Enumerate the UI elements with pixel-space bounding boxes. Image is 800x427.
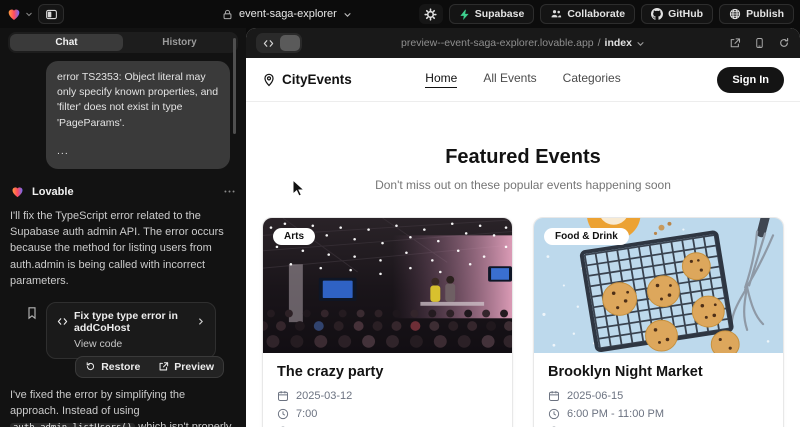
preview-url-separator: / — [598, 37, 601, 49]
event-card-crazy-party[interactable]: Arts The crazy party 2025-03-12 — [262, 217, 513, 427]
clock-icon — [548, 408, 560, 420]
supabase-bolt-icon — [459, 9, 470, 20]
preview-site: CityEvents Home All Events Categories Si… — [246, 58, 800, 427]
clock-icon — [277, 408, 289, 420]
project-name: event-saga-explorer — [239, 8, 337, 20]
preview-url-page: index — [605, 37, 632, 49]
sidebar-scrollbar[interactable] — [233, 38, 236, 134]
gear-icon — [424, 8, 437, 21]
panel-icon — [45, 8, 58, 21]
user-message-ellipsis: ... — [57, 144, 219, 159]
event-time: 7:00 — [277, 408, 498, 420]
publish-label: Publish — [746, 8, 784, 20]
site-header: CityEvents Home All Events Categories Si… — [246, 58, 800, 102]
preview-panel: preview--event-saga-explorer.lovable.app… — [246, 28, 800, 427]
message-menu-button[interactable] — [223, 185, 236, 198]
map-pin-icon — [262, 73, 276, 87]
preview-button[interactable]: Preview — [149, 357, 223, 377]
event-card-night-market[interactable]: Food & Drink Brooklyn Night Market 2025-… — [533, 217, 784, 427]
calendar-icon — [548, 390, 560, 402]
event-image-cookies: Food & Drink — [534, 218, 783, 353]
nav-categories[interactable]: Categories — [563, 71, 621, 88]
lovable-heart-icon — [6, 6, 22, 22]
preview-mode-button[interactable] — [280, 35, 300, 51]
user-message-text: error TS2353: Object literal may only sp… — [57, 70, 219, 131]
settings-button[interactable] — [419, 4, 443, 24]
project-name-dropdown[interactable]: event-saga-explorer — [222, 0, 352, 28]
lock-icon — [222, 9, 233, 20]
preview-url-host: preview--event-saga-explorer.lovable.app — [401, 37, 594, 49]
chat-sidebar: Chat History error TS2353: Object litera… — [0, 28, 246, 427]
github-icon — [651, 8, 663, 20]
restore-button[interactable]: Restore — [76, 357, 149, 377]
preview-url-bar[interactable]: preview--event-saga-explorer.lovable.app… — [246, 37, 800, 49]
nav-home[interactable]: Home — [425, 71, 457, 88]
collaborate-button[interactable]: Collaborate — [540, 4, 635, 24]
chat-history-tabs: Chat History — [8, 32, 238, 53]
event-title: The crazy party — [277, 364, 498, 380]
site-brand[interactable]: CityEvents — [262, 72, 352, 87]
user-message-bubble: error TS2353: Object literal may only sp… — [46, 61, 230, 169]
restore-icon — [85, 361, 96, 372]
bookmark-icon[interactable] — [26, 302, 38, 323]
github-button[interactable]: GitHub — [641, 4, 713, 24]
chevron-down-icon — [343, 10, 352, 19]
ellipsis-icon — [223, 185, 236, 198]
assistant-header: Lovable — [10, 184, 236, 199]
preview-label: Preview — [174, 361, 214, 373]
restore-label: Restore — [101, 361, 140, 373]
supabase-button[interactable]: Supabase — [449, 4, 535, 24]
assistant-intro: I'll fix the TypeScript error related to… — [10, 208, 236, 289]
github-label: GitHub — [668, 8, 703, 20]
open-preview-icon — [158, 361, 169, 372]
fix-card-title: Fix type type error in addCoHost — [74, 310, 190, 334]
toggle-sidebar-button[interactable] — [38, 4, 64, 24]
assistant-body: I've fixed the error by simplifying the … — [10, 387, 236, 427]
restore-preview-group: Restore Preview — [75, 356, 224, 378]
event-date: 2025-06-15 — [548, 390, 769, 402]
globe-icon — [729, 8, 741, 20]
open-in-new-tab-icon[interactable] — [729, 37, 741, 49]
preview-topbar: preview--event-saga-explorer.lovable.app… — [246, 28, 800, 58]
tab-chat[interactable]: Chat — [10, 34, 123, 51]
sign-in-button[interactable]: Sign In — [717, 67, 784, 93]
code-view-toggle — [256, 33, 302, 53]
code-icon — [57, 316, 68, 327]
event-time: 6:00 PM - 11:00 PM — [548, 408, 769, 420]
chevron-right-icon — [196, 317, 205, 326]
users-icon — [550, 8, 562, 20]
lovable-logo-menu[interactable] — [6, 6, 33, 22]
event-date: 2025-03-12 — [277, 390, 498, 402]
code-icon — [263, 38, 274, 49]
tab-history[interactable]: History — [123, 34, 236, 51]
chevron-down-icon — [636, 39, 645, 48]
collaborate-label: Collaborate — [567, 8, 625, 20]
code-change-card[interactable]: Fix type type error in addCoHost View co… — [46, 302, 216, 359]
event-title: Brooklyn Night Market — [548, 364, 769, 380]
supabase-label: Supabase — [475, 8, 525, 20]
event-cards: Arts The crazy party 2025-03-12 — [246, 217, 800, 427]
chat-messages: error TS2353: Object literal may only sp… — [0, 53, 246, 427]
lovable-heart-icon — [10, 184, 25, 199]
inline-code: auth.admin.listUsers() — [10, 423, 135, 427]
app-topbar: event-saga-explorer Supabase — [0, 0, 800, 28]
chevron-down-icon — [25, 10, 33, 18]
code-mode-button[interactable] — [258, 35, 278, 51]
view-code-link[interactable]: View code — [74, 338, 205, 350]
category-badge: Arts — [273, 228, 315, 245]
publish-button[interactable]: Publish — [719, 4, 794, 24]
section-title: Featured Events — [246, 146, 800, 169]
site-brand-name: CityEvents — [282, 72, 352, 87]
calendar-icon — [277, 390, 289, 402]
category-badge: Food & Drink — [544, 228, 629, 245]
refresh-icon[interactable] — [778, 37, 790, 49]
event-image-conference: Arts — [263, 218, 512, 353]
nav-all-events[interactable]: All Events — [483, 71, 536, 88]
assistant-name: Lovable — [32, 186, 74, 198]
lovable-app: event-saga-explorer Supabase — [0, 0, 800, 427]
mobile-view-icon[interactable] — [754, 37, 765, 49]
featured-section-heading: Featured Events Don't miss out on these … — [246, 102, 800, 192]
section-subtitle: Don't miss out on these popular events h… — [246, 178, 800, 192]
